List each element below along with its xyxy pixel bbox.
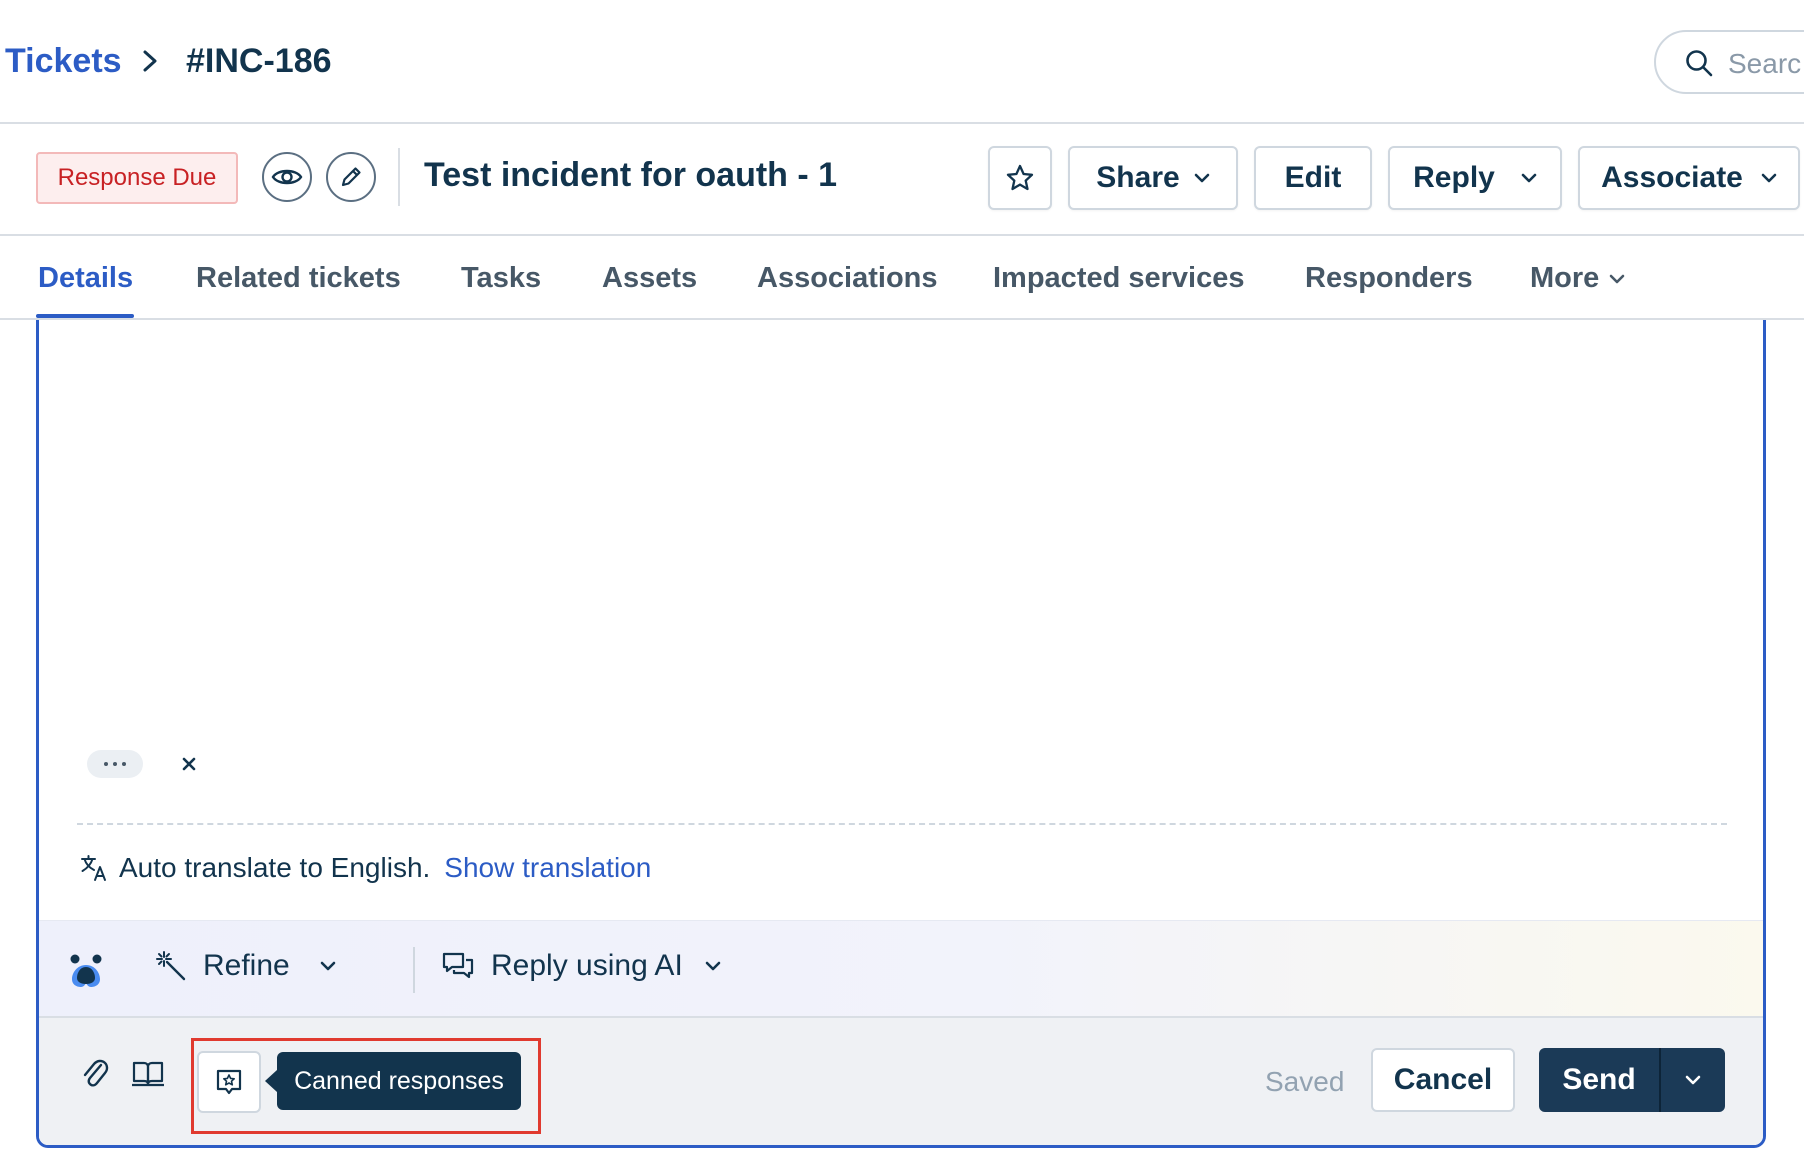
reply-editor: Auto translate to English. Show translat… <box>36 320 1766 1148</box>
favorite-button[interactable] <box>988 146 1052 210</box>
reply-button[interactable]: Reply <box>1388 146 1562 210</box>
tab-tasks[interactable]: Tasks <box>461 262 541 295</box>
send-button[interactable]: Send <box>1539 1048 1661 1112</box>
book-icon[interactable] <box>131 1056 165 1090</box>
chevron-down-icon <box>705 961 721 971</box>
tab-associations[interactable]: Associations <box>757 262 938 295</box>
active-tab-indicator <box>36 314 134 318</box>
chevron-down-icon <box>1194 173 1209 183</box>
ticket-header: Response Due Test incident for oauth - 1… <box>0 126 1804 236</box>
edit-button[interactable]: Edit <box>1254 146 1372 210</box>
editor-body[interactable] <box>39 320 1763 740</box>
chevron-down-icon <box>1761 173 1777 183</box>
chevron-down-icon <box>1685 1075 1701 1085</box>
highlight-box <box>191 1038 541 1134</box>
ticket-title: Test incident for oauth - 1 <box>424 156 838 194</box>
breadcrumb-tickets-link[interactable]: Tickets <box>5 42 122 81</box>
quoted-divider <box>77 823 1727 825</box>
tab-impacted-services[interactable]: Impacted services <box>993 262 1244 295</box>
editor-footer: Canned responses Saved Cancel Send <box>39 1018 1763 1145</box>
paperclip-icon[interactable] <box>79 1056 109 1092</box>
tab-more[interactable]: More <box>1530 262 1625 295</box>
more-icon <box>104 762 108 766</box>
more-icon-dot <box>122 762 126 766</box>
pencil-icon <box>341 167 361 187</box>
search-icon <box>1686 50 1713 77</box>
refine-button[interactable]: Refine <box>155 949 336 983</box>
show-quoted-text-button[interactable] <box>87 750 143 778</box>
breadcrumb-current: #INC-186 <box>186 42 332 80</box>
status-badge: Response Due <box>36 152 238 204</box>
reply-using-ai-label: Reply using AI <box>491 949 683 982</box>
tab-related-tickets[interactable]: Related tickets <box>196 262 401 295</box>
chevron-down-icon <box>320 961 336 971</box>
ai-toolbar: Refine Reply using AI <box>39 920 1763 1018</box>
close-icon[interactable] <box>173 748 205 780</box>
tab-assets[interactable]: Assets <box>602 262 697 295</box>
chat-icon <box>442 952 474 979</box>
more-icon-dot <box>113 762 117 766</box>
share-button[interactable]: Share <box>1068 146 1238 210</box>
send-button-group: Send <box>1539 1048 1725 1112</box>
magic-wand-icon <box>156 951 186 981</box>
send-options-button[interactable] <box>1661 1048 1725 1112</box>
reply-label: Reply <box>1413 161 1495 194</box>
edit-label: Edit <box>1284 161 1342 194</box>
saved-status: Saved <box>1265 1066 1345 1097</box>
edit-title-button[interactable] <box>326 152 376 202</box>
eye-icon <box>271 169 303 185</box>
tab-more-label: More <box>1530 262 1600 294</box>
chevron-right-icon <box>143 50 157 72</box>
associate-label: Associate <box>1601 161 1743 194</box>
cancel-button[interactable]: Cancel <box>1371 1048 1515 1112</box>
associate-button[interactable]: Associate <box>1578 146 1800 210</box>
star-icon <box>1006 164 1034 191</box>
share-label: Share <box>1096 161 1180 194</box>
show-translation-link[interactable]: Show translation <box>444 852 651 884</box>
translate-text: Auto translate to English. <box>119 852 431 883</box>
translate-icon <box>81 855 106 881</box>
tab-responders[interactable]: Responders <box>1305 262 1473 295</box>
translate-row: Auto translate to English. Show translat… <box>79 852 651 884</box>
watch-button[interactable] <box>262 152 312 202</box>
ai-toolbar-divider <box>413 947 415 993</box>
tab-details[interactable]: Details <box>38 262 133 295</box>
ticket-tabs: Details Related tickets Tasks Assets Ass… <box>0 236 1804 320</box>
search-input[interactable]: Searc <box>1654 30 1804 94</box>
chevron-down-icon <box>1521 173 1537 183</box>
reply-using-ai-button[interactable]: Reply using AI <box>441 949 721 983</box>
refine-label: Refine <box>203 949 290 982</box>
top-bar: Tickets #INC-186 Searc <box>0 0 1804 124</box>
ai-logo-icon <box>70 954 102 987</box>
search-placeholder: Searc <box>1728 48 1802 79</box>
chevron-down-icon <box>1609 274 1625 283</box>
header-divider <box>398 148 400 206</box>
